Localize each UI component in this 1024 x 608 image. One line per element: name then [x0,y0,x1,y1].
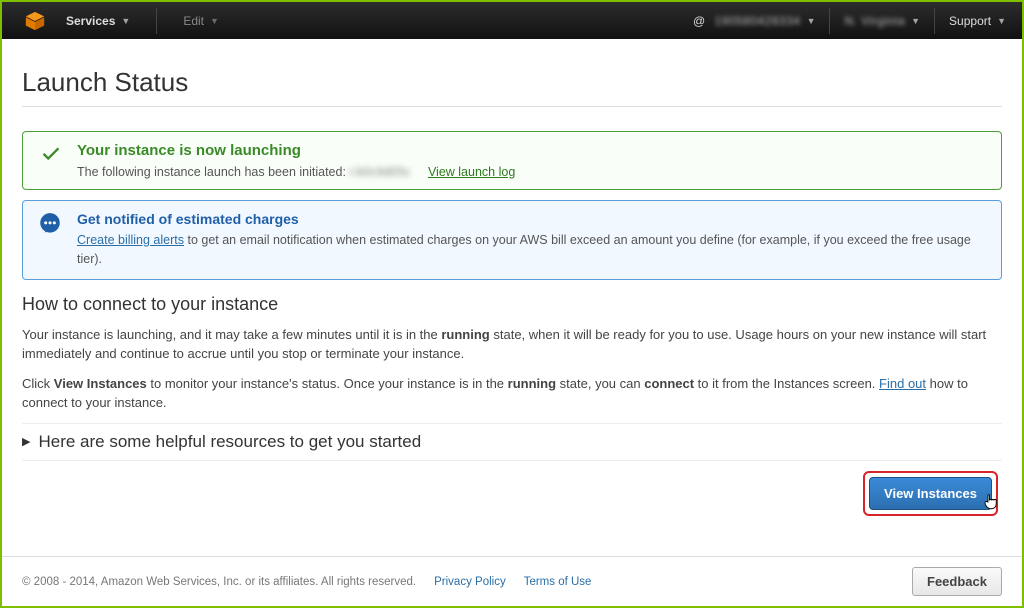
nav-divider [829,8,830,34]
chevron-down-icon: ▼ [807,16,816,26]
chevron-down-icon: ▼ [121,16,130,26]
check-icon [37,142,65,164]
billing-title: Get notified of estimated charges [77,211,987,227]
success-title: Your instance is now launching [77,142,987,159]
account-menu[interactable]: @ 190580428334 ▼ [687,10,822,32]
launch-success-panel: Your instance is now launching The follo… [22,131,1002,190]
billing-body: to get an email notification when estima… [77,233,971,266]
chevron-down-icon: ▼ [911,16,920,26]
services-menu[interactable]: Services ▼ [60,10,136,32]
region-label: N. Virginia [844,14,905,28]
view-instances-button[interactable]: View Instances [869,477,992,510]
instance-id: i-b0c9d05c [349,165,410,179]
privacy-link[interactable]: Privacy Policy [434,576,506,588]
edit-label: Edit [183,14,204,28]
footer: © 2008 - 2014, Amazon Web Services, Inc.… [2,556,1022,606]
support-label: Support [949,14,991,28]
top-nav: Services ▼ Edit ▼ @ 190580428334 ▼ N. Vi… [2,2,1022,39]
connect-paragraph-1: Your instance is launching, and it may t… [22,325,1002,364]
chevron-down-icon: ▼ [997,16,1006,26]
nav-divider [934,8,935,34]
nav-divider [156,8,157,34]
title-divider [22,106,1002,107]
terms-link[interactable]: Terms of Use [524,576,592,588]
aws-logo-icon[interactable] [24,10,46,32]
find-out-link[interactable]: Find out [879,376,926,391]
services-label: Services [66,14,115,28]
edit-menu[interactable]: Edit ▼ [177,10,225,32]
copyright: © 2008 - 2014, Amazon Web Services, Inc.… [22,576,416,588]
speech-bubble-icon [37,211,63,237]
create-billing-alerts-link[interactable]: Create billing alerts [77,233,184,247]
chevron-down-icon: ▼ [210,16,219,26]
resources-heading: Here are some helpful resources to get y… [38,432,421,452]
region-menu[interactable]: N. Virginia ▼ [838,10,926,32]
connect-heading: How to connect to your instance [22,294,1002,315]
feedback-button[interactable]: Feedback [912,567,1002,596]
view-launch-log-link[interactable]: View launch log [428,165,515,179]
support-menu[interactable]: Support ▼ [943,10,1012,32]
billing-info-panel: Get notified of estimated charges Create… [22,200,1002,280]
connect-paragraph-2: Click View Instances to monitor your ins… [22,374,1002,413]
success-body-prefix: The following instance launch has been i… [77,165,349,179]
resources-collapser[interactable]: ▶ Here are some helpful resources to get… [22,423,1002,461]
page-title: Launch Status [22,67,1002,98]
callout-ring: View Instances [863,471,998,516]
triangle-right-icon: ▶ [22,435,30,448]
account-id: 190580428334 [714,14,800,28]
